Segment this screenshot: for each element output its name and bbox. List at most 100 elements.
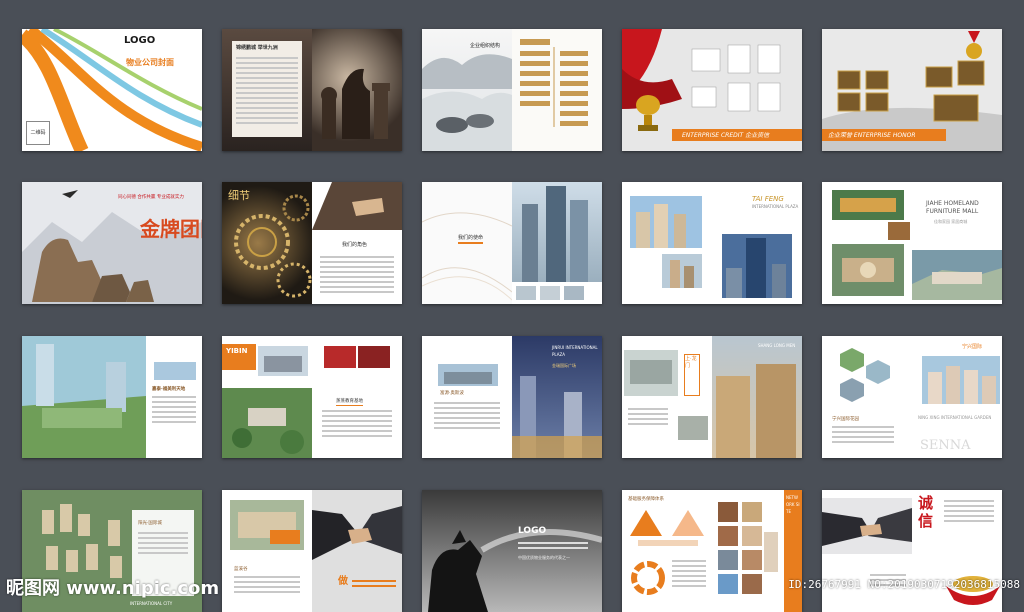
jinrui-title: JINRUI INTERNATIONAL PLAZA [552, 345, 598, 357]
chess-heading: 锦绣鹏城 举世九洲 [236, 45, 278, 51]
gear-text-page: 我们的角色 [312, 182, 402, 304]
gear-title: 细节 [228, 189, 250, 202]
wave-page: 我们的使命 [422, 182, 512, 304]
spread-senna: 宁兴国际花园 宁兴国际 NING XING INTERNATIONAL GARD… [822, 336, 1002, 458]
senna-residential-photo [922, 356, 1000, 404]
integrity-right-text [944, 500, 994, 525]
handshake-photo [312, 182, 402, 230]
taifeng-title: TAI FENG [752, 195, 784, 203]
shang-vertical-label: 上·龙门 [685, 356, 697, 369]
service-left-page: 基础服务保障体系 [622, 490, 712, 612]
yibin-title: YIBIN [226, 347, 248, 355]
yibin-building-photo [258, 346, 308, 376]
service-right-page: NETWORK SITE [712, 490, 802, 612]
gear-caption: 我们的角色 [342, 242, 368, 248]
shang-residence-image [716, 364, 796, 458]
taifeng-left-page [622, 182, 712, 304]
wolf-title: 金牌团队 [140, 217, 202, 241]
senna-left-label: 宁兴国际花园 [832, 417, 859, 422]
shang-left-page: 上·龙门 [622, 336, 712, 458]
jiahe-right-page: JIAHE HOMELAND FURNITURE MALL 佳和家园 家居商城 [912, 182, 1002, 304]
jiahe-cn-name: 佳和家园 家居商城 [934, 219, 968, 224]
handshake-right-page: 做 [312, 490, 402, 612]
horse-logo: LOGO [518, 526, 547, 536]
service-ring-chart [631, 561, 665, 595]
service-heading: 基础服务保障体系 [628, 497, 664, 502]
shang-small-photo [678, 416, 708, 440]
shang-tower-page: SHANG LONG MEN [712, 336, 802, 458]
jinrui-cn-name: 金瑞国际广场 [552, 363, 576, 368]
senna-title: SENNA [920, 438, 971, 453]
spread-towers-wave: 我们的使命 [422, 182, 602, 304]
jiahe-mall-photo [912, 250, 1002, 300]
chess-photo-page [312, 29, 402, 151]
jinrui-left-page: 富源·奥斯波 [422, 336, 512, 458]
yibin-left-page: YIBIN [222, 336, 312, 458]
spread-ink-horses: 企业组织结构 [422, 29, 602, 151]
aerial-body-text [138, 532, 188, 557]
network-title: NETWORK SITE [786, 495, 800, 514]
cover-title: 物业公司封面 [126, 58, 174, 67]
jiahe-left-page [822, 182, 912, 304]
handshake-slogan: 做 [338, 576, 348, 587]
integrity-title: 诚信 [918, 494, 934, 530]
cover-qr-code: 二维码 [26, 121, 50, 145]
twin-towers-image [512, 186, 602, 304]
green-label: 嘉泰·福美利天地 [152, 387, 186, 392]
yibin-body-text [322, 410, 392, 440]
towers-photo-page [512, 182, 602, 304]
spread-enterprise-credit: ENTERPRISE CREDIT 企业资信 [622, 29, 802, 151]
jiahe-accent-block [888, 222, 910, 240]
image-id-label: ID:26767991 NO:20190307192036815088 [788, 578, 1020, 591]
jiahe-title: JIAHE HOMELAND [926, 200, 979, 207]
senna-hexagon-photos [840, 348, 890, 402]
spread-service-system: 基础服务保障体系 NETWORK SITE [622, 490, 802, 612]
jinrui-left-label: 富源·奥斯波 [440, 391, 464, 396]
service-list-text [672, 560, 706, 590]
spread-green-complex: 嘉泰·福美利天地 [22, 336, 202, 458]
senna-left-page: 宁兴国际花园 [822, 336, 912, 458]
yibin-red-photo [324, 346, 390, 368]
handshake-left-label: 蓝溪谷 [234, 567, 248, 572]
spread-bronze-horse: LOGO 中国优质物业服务的代表之一 [422, 490, 602, 612]
jiahe-subtitle: FURNITURE MALL [926, 208, 979, 215]
senna-subtitle: NING XING INTERNATIONAL GARDEN [918, 415, 992, 420]
spread-jiahe-homeland: JIAHE HOMELAND FURNITURE MALL 佳和家园 家居商城 [822, 182, 1002, 304]
jinrui-body-text [434, 402, 500, 432]
shang-title: SHANG LONG MEN [758, 343, 796, 348]
handshake-image [312, 506, 402, 560]
integrity-left-page [822, 490, 912, 612]
spread-yibin: YIBIN 蒸蒸教育基地 [222, 336, 402, 458]
senna-body-text [832, 426, 894, 446]
spread-integrity: 诚信 [822, 490, 1002, 612]
taifeng-tower-photo [722, 234, 792, 298]
yibin-right-page: 蒸蒸教育基地 [312, 336, 402, 458]
shang-body-text [628, 408, 668, 428]
taifeng-right-page: TAI FENG INTERNATIONAL PLAZA [712, 182, 802, 304]
towers-heading: 我们的使命 [458, 235, 484, 244]
honor-band-label: 企业荣誉 ENTERPRISE HONOR [828, 132, 916, 139]
handshake-left-page: 蓝溪谷 [222, 490, 312, 612]
spread-enterprise-honor: 企业荣誉 ENTERPRISE HONOR [822, 29, 1002, 151]
spread-cover: LOGO 物业公司封面 二维码 [22, 29, 202, 151]
horse-body-text [518, 542, 588, 552]
org-chart-page [512, 29, 602, 151]
spread-shang-long-men: 上·龙门 SHANG LONG MEN [622, 336, 802, 458]
spread-wolf-team: 同心同德 合作共赢 专业成就实力 金牌团队 [22, 182, 202, 304]
nipic-watermark: 昵图网 www.nipic.com [6, 578, 220, 599]
aerial-label: 阳光·国际城 [138, 521, 162, 526]
taifeng-buildings-photo [630, 196, 702, 248]
senna-cn-name: 宁兴国际 [962, 344, 983, 350]
horses-left-page: 企业组织结构 [422, 29, 512, 151]
shang-model-photo [624, 350, 678, 396]
service-pyramid-diagram [630, 510, 704, 546]
green-body-text [152, 396, 196, 426]
taifeng-street-photo [662, 254, 702, 288]
org-chart-diagram [520, 39, 588, 127]
credit-band-label: ENTERPRISE CREDIT 企业资信 [682, 132, 770, 139]
senna-right-page: 宁兴国际 NING XING INTERNATIONAL GARDEN SENN… [912, 336, 1002, 458]
green-complex-image [22, 336, 146, 458]
chess-pieces-image [321, 68, 390, 139]
spread-tai-feng: TAI FENG INTERNATIONAL PLAZA [622, 182, 802, 304]
yibin-caption: 蒸蒸教育基地 [336, 399, 363, 406]
